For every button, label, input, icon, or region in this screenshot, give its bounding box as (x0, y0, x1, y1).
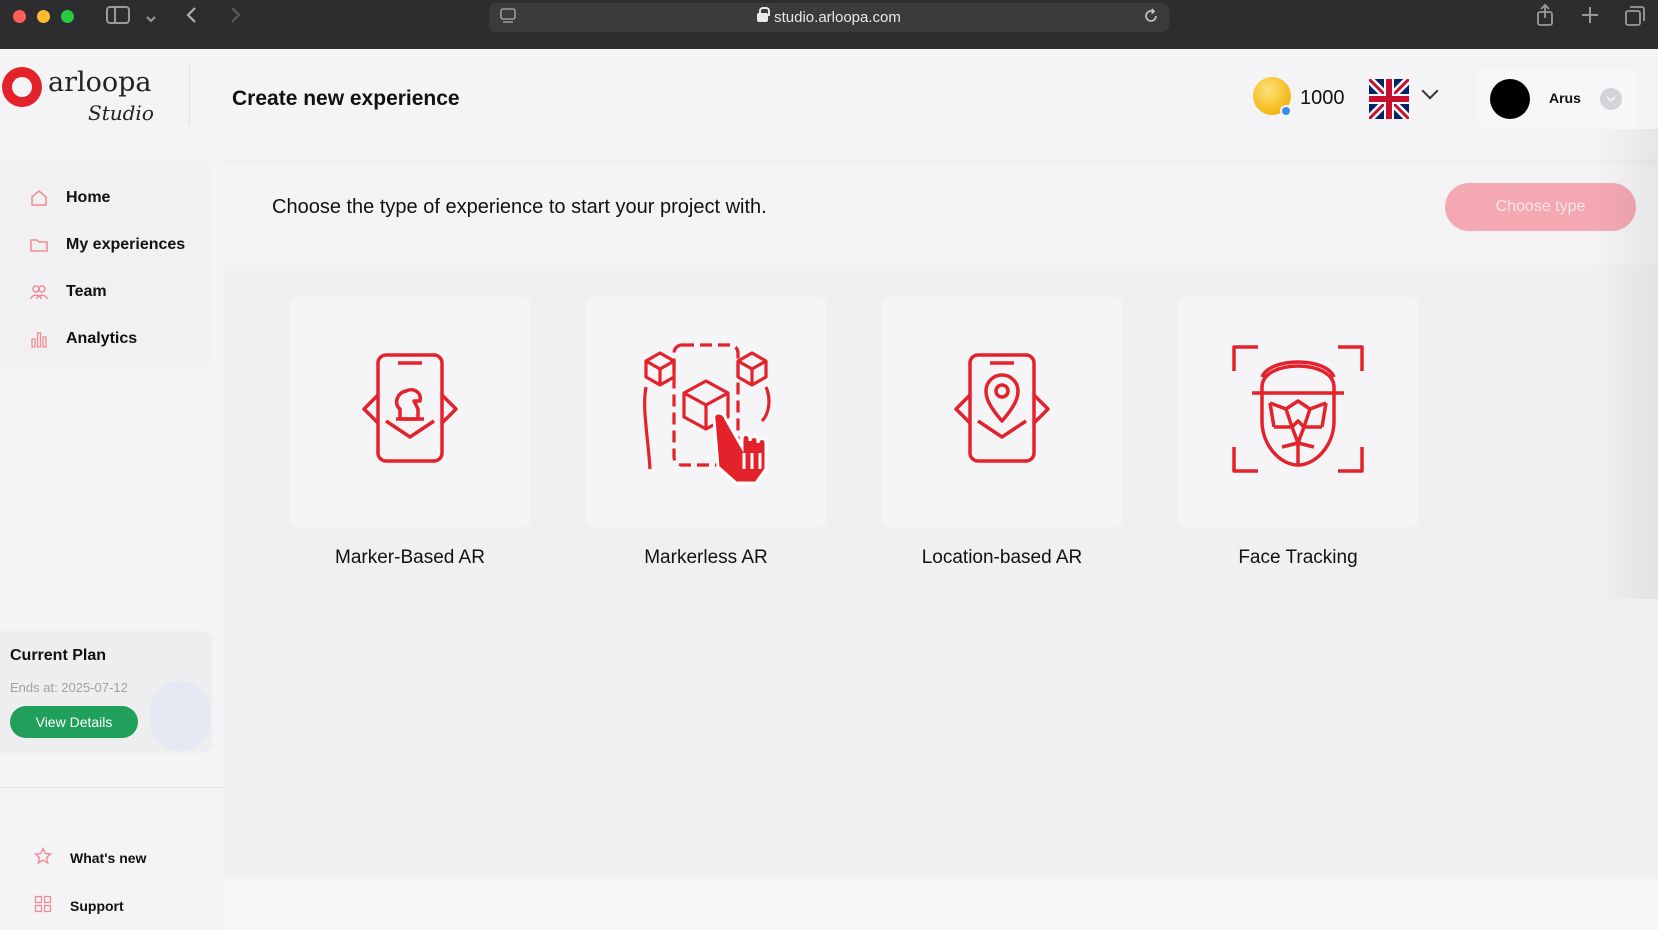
user-menu-chevron-icon[interactable] (1600, 88, 1622, 110)
avatar[interactable] (1490, 79, 1530, 119)
logo-subtitle: Studio (88, 101, 154, 125)
markerless-ar-icon (643, 343, 771, 485)
sidebar-nav: Home My experiences Team Analytics (0, 159, 210, 369)
tab-overview-icon[interactable] (1624, 5, 1646, 32)
arloopa-logo[interactable]: arloopa Studio (0, 61, 160, 127)
sidebar-item-label: My experiences (66, 236, 186, 253)
chevron-down-icon[interactable] (145, 8, 157, 30)
sidebar-item-label: Home (66, 189, 111, 206)
card-label-markerless-ar: Markerless AR (644, 547, 768, 568)
team-icon (30, 283, 48, 301)
maximize-window-button[interactable] (61, 10, 74, 23)
sidebar-item-label: What's new (70, 850, 147, 866)
plan-decoration (150, 681, 210, 751)
support-icon (34, 895, 52, 918)
plan-title: Current Plan (10, 647, 107, 664)
lock-icon (757, 7, 771, 22)
right-edge-shadow (1595, 129, 1658, 599)
sidebar-divider (0, 787, 224, 788)
url-text: studio.arloopa.com (489, 7, 1169, 26)
card-markerless-ar[interactable] (586, 297, 826, 527)
analytics-icon (30, 330, 48, 348)
user-name: Arus (1549, 90, 1581, 106)
card-marker-based-ar[interactable] (290, 297, 530, 527)
address-bar[interactable]: studio.arloopa.com (489, 3, 1169, 32)
sidebar-item-whats-new[interactable]: What's new (33, 845, 147, 871)
coin-balance: 1000 (1300, 87, 1345, 109)
forward-icon[interactable] (228, 5, 242, 30)
card-label-marker-based-ar: Marker-Based AR (335, 547, 485, 568)
uk-flag-icon[interactable] (1369, 79, 1409, 119)
current-plan-card: Current Plan Ends at: 2025-07-12 View De… (0, 631, 212, 753)
location-based-ar-icon (954, 353, 1050, 463)
logo-mark-icon (2, 67, 42, 107)
card-label-location-based-ar: Location-based AR (921, 547, 1083, 568)
marker-based-ar-icon (362, 353, 458, 463)
folder-icon (30, 236, 48, 254)
hand-cursor-icon (712, 411, 768, 485)
home-icon (30, 189, 48, 207)
sidebar-item-label: Support (70, 898, 124, 914)
card-location-based-ar[interactable] (882, 297, 1122, 527)
sidebar-toggle-icon[interactable] (106, 5, 130, 30)
back-icon[interactable] (185, 5, 199, 30)
sidebar-item-support[interactable]: Support (34, 893, 124, 919)
sidebar-item-home[interactable]: Home (30, 183, 210, 213)
sidebar-item-label: Analytics (66, 330, 138, 347)
url-value: studio.arloopa.com (774, 9, 901, 26)
page-title: Create new experience (232, 87, 460, 110)
bottom-area (224, 877, 1658, 930)
view-details-button[interactable]: View Details (10, 706, 138, 738)
card-face-tracking[interactable] (1178, 297, 1418, 527)
star-icon (33, 846, 53, 870)
minimize-window-button[interactable] (37, 10, 50, 23)
sidebar-item-analytics[interactable]: Analytics (30, 324, 210, 354)
sidebar-item-team[interactable]: Team (30, 277, 210, 307)
sidebar-item-my-experiences[interactable]: My experiences (30, 230, 210, 260)
share-icon[interactable] (1535, 3, 1555, 32)
reload-icon[interactable] (1142, 7, 1160, 30)
app-root: arloopa Studio Create new experience 100… (0, 49, 1658, 930)
prompt-text: Choose the type of experience to start y… (272, 196, 767, 218)
add-coins-icon[interactable] (1280, 105, 1292, 117)
header-divider (189, 63, 190, 125)
language-chevron-down-icon[interactable] (1421, 82, 1439, 100)
browser-toolbar: studio.arloopa.com (0, 0, 1658, 49)
close-window-button[interactable] (13, 10, 26, 23)
logo-word: arloopa (48, 67, 152, 98)
app-header: arloopa Studio Create new experience 100… (0, 49, 1658, 149)
sidebar-item-label: Team (66, 283, 107, 300)
card-label-face-tracking: Face Tracking (1238, 547, 1358, 568)
plan-end-date: Ends at: 2025-07-12 (10, 680, 128, 695)
new-tab-icon[interactable] (1580, 5, 1600, 30)
face-tracking-icon (1232, 345, 1364, 473)
